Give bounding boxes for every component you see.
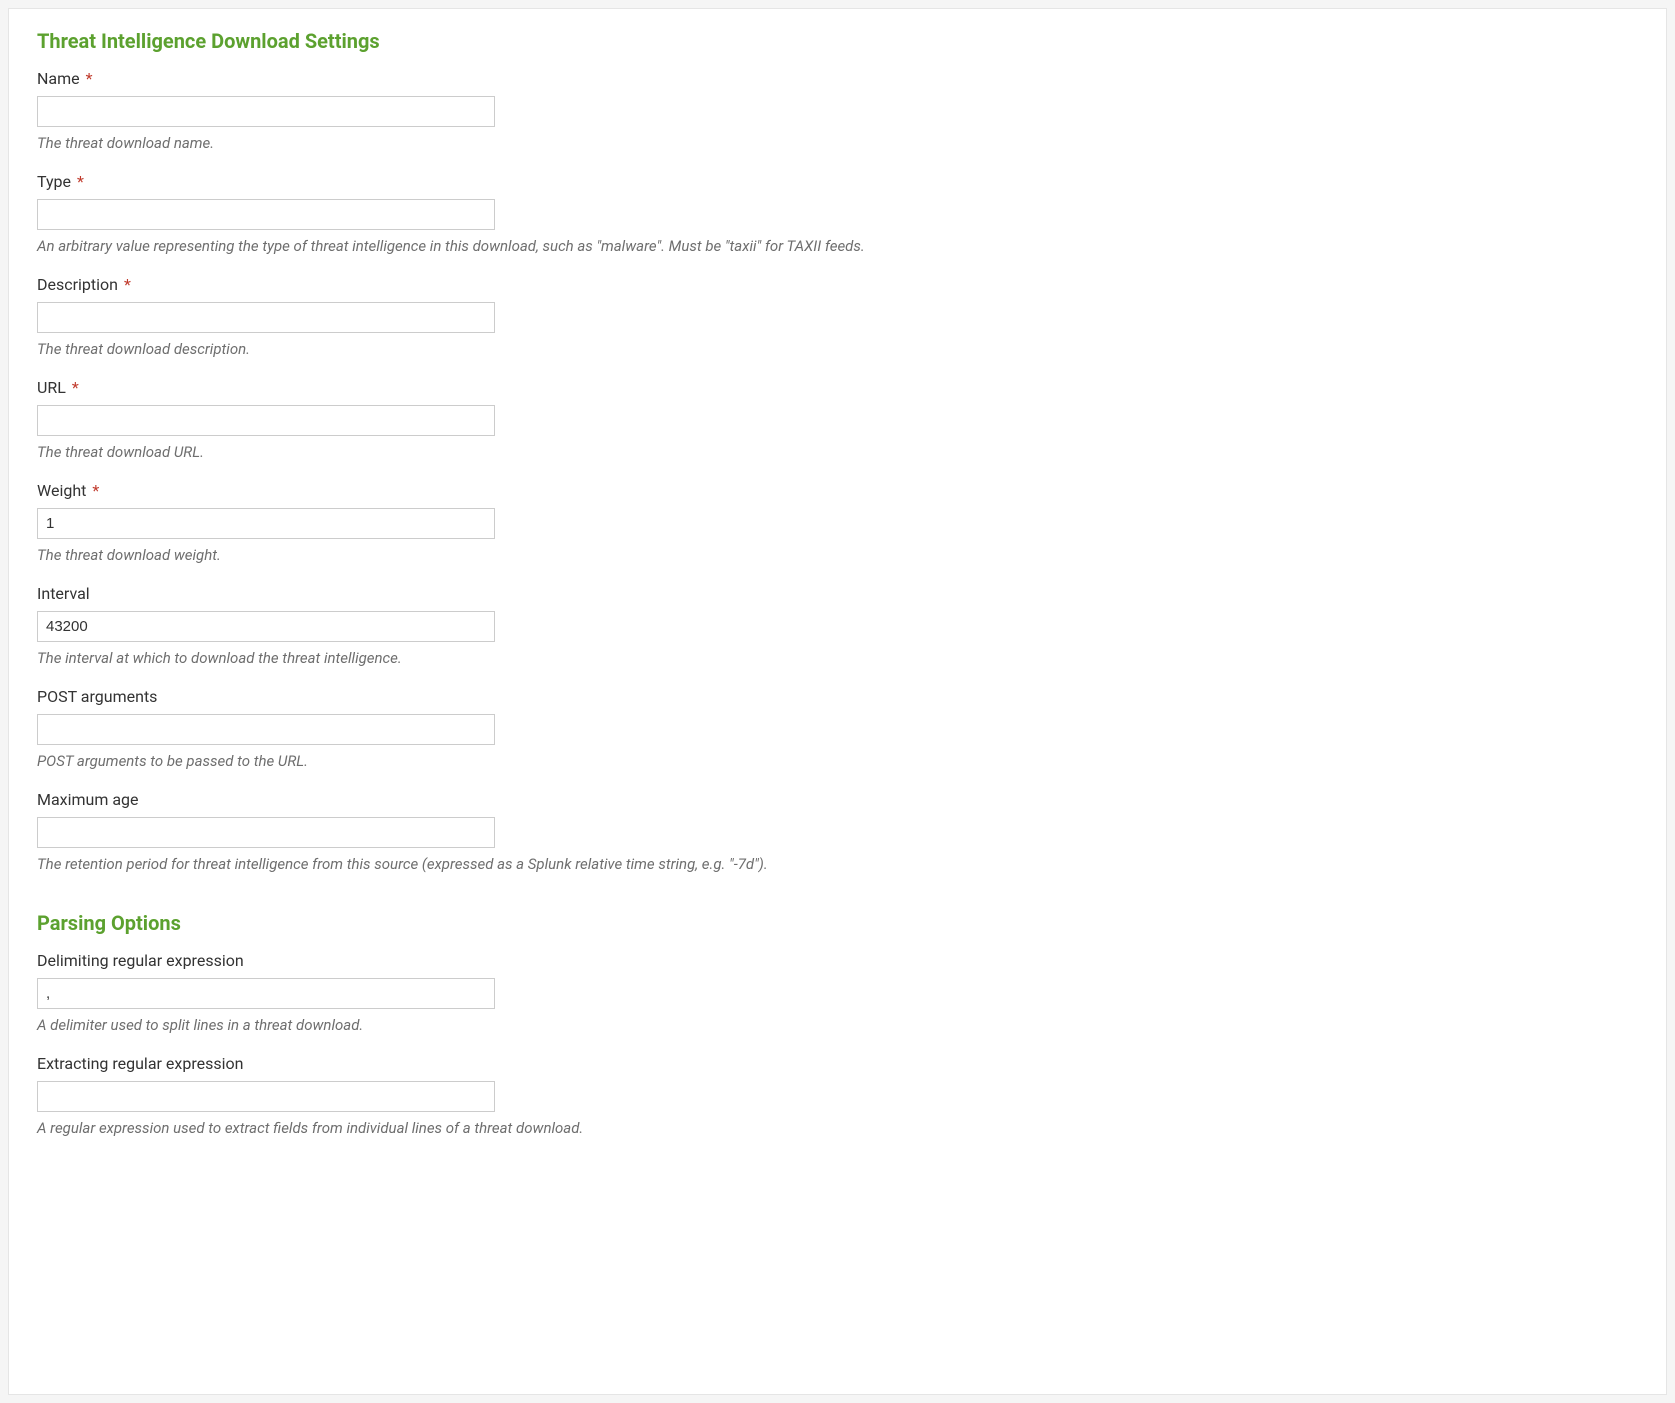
help-name: The threat download name. [37, 133, 1638, 154]
label-extracting: Extracting regular expression [37, 1054, 1638, 1073]
label-description-text: Description [37, 275, 118, 294]
input-interval[interactable] [37, 611, 495, 642]
required-indicator: * [92, 481, 99, 500]
form-group-interval: Interval The interval at which to downlo… [37, 584, 1638, 669]
label-post-args-text: POST arguments [37, 687, 157, 706]
form-group-description: Description * The threat download descri… [37, 275, 1638, 360]
help-description: The threat download description. [37, 339, 1638, 360]
label-description: Description * [37, 275, 1638, 294]
input-description[interactable] [37, 302, 495, 333]
help-post-args: POST arguments to be passed to the URL. [37, 751, 1638, 772]
label-type-text: Type [37, 172, 71, 191]
form-group-post-args: POST arguments POST arguments to be pass… [37, 687, 1638, 772]
help-url: The threat download URL. [37, 442, 1638, 463]
help-weight: The threat download weight. [37, 545, 1638, 566]
form-group-url: URL * The threat download URL. [37, 378, 1638, 463]
form-group-extracting: Extracting regular expression A regular … [37, 1054, 1638, 1139]
label-weight-text: Weight [37, 481, 86, 500]
label-url: URL * [37, 378, 1638, 397]
input-max-age[interactable] [37, 817, 495, 848]
required-indicator: * [77, 172, 84, 191]
label-extracting-text: Extracting regular expression [37, 1054, 243, 1073]
form-group-weight: Weight * The threat download weight. [37, 481, 1638, 566]
input-url[interactable] [37, 405, 495, 436]
settings-panel: Threat Intelligence Download Settings Na… [8, 8, 1667, 1395]
input-post-args[interactable] [37, 714, 495, 745]
label-post-args: POST arguments [37, 687, 1638, 706]
input-weight[interactable] [37, 508, 495, 539]
label-type: Type * [37, 172, 1638, 191]
required-indicator: * [124, 275, 131, 294]
label-delimiter-text: Delimiting regular expression [37, 951, 244, 970]
input-type[interactable] [37, 199, 495, 230]
section-title-parsing: Parsing Options [37, 911, 1638, 935]
input-delimiter[interactable] [37, 978, 495, 1009]
help-interval: The interval at which to download the th… [37, 648, 1638, 669]
input-name[interactable] [37, 96, 495, 127]
label-url-text: URL [37, 378, 66, 397]
label-interval: Interval [37, 584, 1638, 603]
help-delimiter: A delimiter used to split lines in a thr… [37, 1015, 1638, 1036]
label-max-age-text: Maximum age [37, 790, 139, 809]
form-group-name: Name * The threat download name. [37, 69, 1638, 154]
required-indicator: * [86, 69, 93, 88]
form-group-max-age: Maximum age The retention period for thr… [37, 790, 1638, 875]
section-title-threat-intel: Threat Intelligence Download Settings [37, 29, 1638, 53]
label-delimiter: Delimiting regular expression [37, 951, 1638, 970]
label-max-age: Maximum age [37, 790, 1638, 809]
label-weight: Weight * [37, 481, 1638, 500]
required-indicator: * [72, 378, 79, 397]
form-group-delimiter: Delimiting regular expression A delimite… [37, 951, 1638, 1036]
help-max-age: The retention period for threat intellig… [37, 854, 1638, 875]
label-interval-text: Interval [37, 584, 90, 603]
help-type: An arbitrary value representing the type… [37, 236, 1638, 257]
input-extracting[interactable] [37, 1081, 495, 1112]
label-name-text: Name [37, 69, 80, 88]
help-extracting: A regular expression used to extract fie… [37, 1118, 1638, 1139]
label-name: Name * [37, 69, 1638, 88]
form-group-type: Type * An arbitrary value representing t… [37, 172, 1638, 257]
